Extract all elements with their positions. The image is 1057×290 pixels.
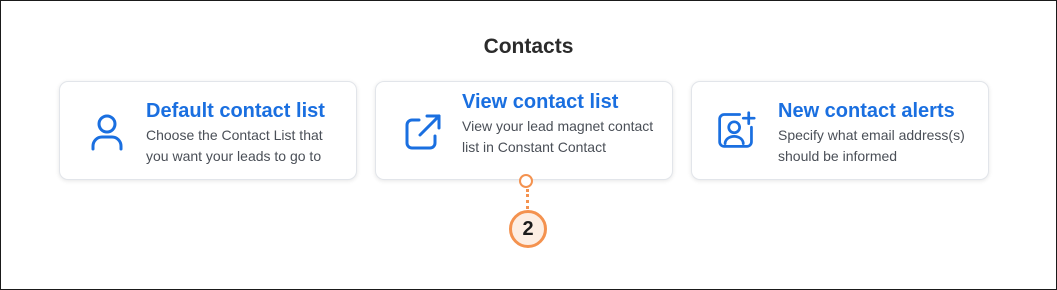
card-title: Default contact list — [146, 100, 325, 122]
user-icon — [87, 112, 127, 152]
callout-anchor-ring — [519, 174, 533, 188]
default-contact-list-card[interactable]: Default contact list Choose the Contact … — [59, 81, 357, 180]
external-link-icon — [403, 112, 443, 152]
card-description: Choose the Contact List that you want yo… — [146, 127, 323, 164]
callout-number-badge: 2 — [509, 210, 547, 248]
view-contact-list-card[interactable]: View contact list View your lead magnet … — [375, 81, 673, 180]
new-contact-alerts-card[interactable]: New contact alerts Specify what email ad… — [691, 81, 989, 180]
card-title: New contact alerts — [778, 100, 955, 122]
callout-connector-line — [526, 189, 529, 209]
card-description: View your lead magnet contact list in Co… — [462, 118, 654, 155]
section-title: Contacts — [483, 35, 574, 58]
card-title: View contact list — [462, 91, 619, 113]
card-description: Specify what email address(s) should be … — [778, 127, 965, 164]
add-contact-icon — [716, 110, 756, 150]
